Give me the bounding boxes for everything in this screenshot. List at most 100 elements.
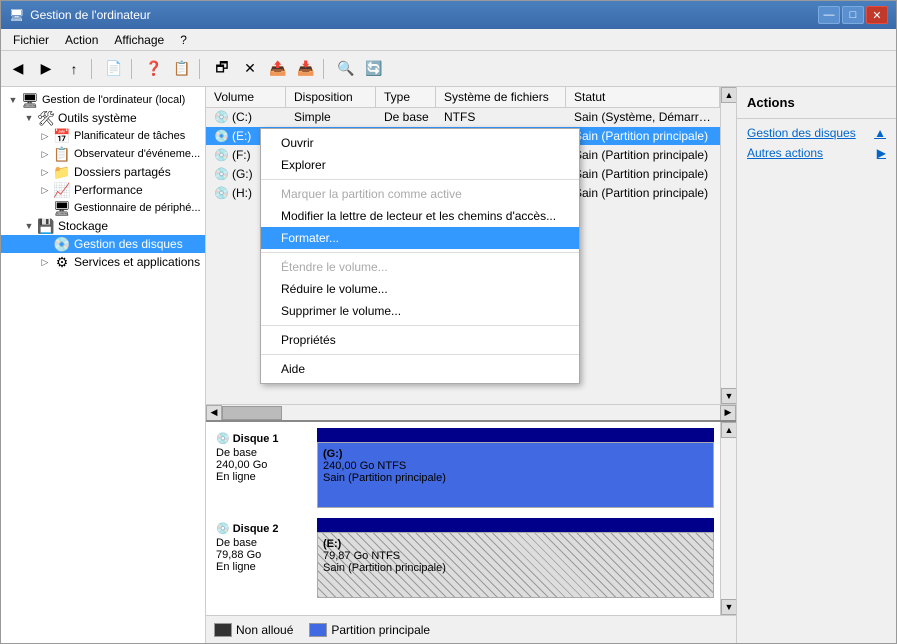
disk1-graphic: 💿 Disque 1 De base 240,00 Go En ligne (G… xyxy=(212,428,714,508)
ctx-proprietes[interactable]: Propriétés xyxy=(261,329,579,351)
back-button[interactable]: ◀ xyxy=(5,56,31,82)
import-button[interactable]: 📥 xyxy=(293,56,319,82)
maximize-button[interactable]: □ xyxy=(842,6,864,24)
table-row[interactable]: 💿 (C:) Simple De base NTFS Sain (Système… xyxy=(206,108,720,127)
disk-scrollbar-v[interactable]: ▲ ▼ xyxy=(720,422,736,615)
menubar: Fichier Action Affichage ? xyxy=(1,29,896,51)
outils-icon: 🛠 xyxy=(37,110,55,126)
disk2-icon: 💿 xyxy=(216,522,230,535)
disk1-partition[interactable]: (G:) 240,00 Go NTFS Sain (Partition prin… xyxy=(317,442,714,508)
disk2-part-size: 79,87 Go NTFS xyxy=(323,550,708,562)
ctx-explorer[interactable]: Explorer xyxy=(261,154,579,176)
disk2-partition[interactable]: (E:) 79,87 Go NTFS Sain (Partition princ… xyxy=(317,532,714,598)
scroll-h-thumb[interactable] xyxy=(222,406,282,420)
new-window-button[interactable]: 🗗 xyxy=(209,56,235,82)
planificateur-icon: 📅 xyxy=(53,128,71,144)
close-button[interactable]: ✕ xyxy=(866,6,888,24)
gestion-icon: 💿 xyxy=(53,236,71,252)
observateur-toggle[interactable]: ▷ xyxy=(37,149,53,160)
services-toggle[interactable]: ▷ xyxy=(37,257,53,268)
legend-black-box xyxy=(214,623,232,637)
properties-button[interactable]: 📋 xyxy=(169,56,195,82)
disk2-bar-area: (E:) 79,87 Go NTFS Sain (Partition princ… xyxy=(317,518,714,598)
ctx-reduire[interactable]: Réduire le volume... xyxy=(261,278,579,300)
performance-toggle[interactable]: ▷ xyxy=(37,185,53,196)
actions-gestion-label: Gestion des disques xyxy=(747,126,856,140)
root-icon: 🖥 xyxy=(21,92,39,108)
scroll-track xyxy=(721,103,736,388)
disk1-status: En ligne xyxy=(216,471,313,483)
col-disposition[interactable]: Disposition xyxy=(286,87,376,107)
tree-outils-label: Outils système xyxy=(58,111,137,125)
col-volume[interactable]: Volume xyxy=(206,87,286,107)
scroll-right-arrow[interactable]: ▶ xyxy=(720,405,736,421)
show-console-button[interactable]: 📄 xyxy=(101,56,127,82)
tree-root[interactable]: ▼ 🖥 Gestion de l'ordinateur (local) xyxy=(1,91,205,109)
forward-button[interactable]: ▶ xyxy=(33,56,59,82)
scroll-left-arrow[interactable]: ◀ xyxy=(206,405,222,421)
tree-outils[interactable]: ▼ 🛠 Outils système xyxy=(1,109,205,127)
actions-panel: Actions Gestion des disques ▲ Autres act… xyxy=(736,87,896,643)
menu-help[interactable]: ? xyxy=(172,31,195,49)
disk2-type: De base xyxy=(216,537,313,549)
tree-dossiers[interactable]: ▷ 📁 Dossiers partagés xyxy=(1,163,205,181)
ctx-aide[interactable]: Aide xyxy=(261,358,579,380)
disk1-icon: 💿 xyxy=(216,432,230,445)
ctx-formater[interactable]: Formater... xyxy=(261,227,579,249)
ctx-sep2 xyxy=(261,252,579,253)
scroll-down-arrow[interactable]: ▼ xyxy=(721,388,736,404)
tree-planificateur[interactable]: ▷ 📅 Planificateur de tâches xyxy=(1,127,205,145)
toolbar: ◀ ▶ ↑ 📄 ❓ 📋 🗗 ✕ 📤 📥 🔍 🔄 xyxy=(1,51,896,87)
help-button[interactable]: ❓ xyxy=(141,56,167,82)
scroll-up-arrow[interactable]: ▲ xyxy=(721,87,736,103)
scroll-h-track xyxy=(222,406,720,420)
col-type[interactable]: Type xyxy=(376,87,436,107)
actions-autres[interactable]: Autres actions ▶ xyxy=(737,143,896,163)
actions-autres-label: Autres actions xyxy=(747,146,823,160)
actions-gestion-link[interactable]: Gestion des disques ▲ xyxy=(737,123,896,143)
ctx-supprimer[interactable]: Supprimer le volume... xyxy=(261,300,579,322)
toolbar-sep4 xyxy=(323,59,329,79)
menu-fichier[interactable]: Fichier xyxy=(5,31,57,49)
disk1-bar-area: (G:) 240,00 Go NTFS Sain (Partition prin… xyxy=(317,428,714,508)
legend-primary: Partition principale xyxy=(309,623,430,637)
col-filesystem[interactable]: Système de fichiers xyxy=(436,87,566,107)
tree-stockage[interactable]: ▼ 💾 Stockage xyxy=(1,217,205,235)
dossiers-toggle[interactable]: ▷ xyxy=(37,167,53,178)
disk2-size: 79,88 Go xyxy=(216,549,313,561)
delete-button[interactable]: ✕ xyxy=(237,56,263,82)
window-icon: 🖥 xyxy=(9,8,24,22)
refresh-button[interactable]: 🔄 xyxy=(361,56,387,82)
stockage-toggle[interactable]: ▼ xyxy=(21,221,37,231)
ctx-sep4 xyxy=(261,354,579,355)
ctx-sep3 xyxy=(261,325,579,326)
tree-root-label: Gestion de l'ordinateur (local) xyxy=(42,94,185,106)
stockage-icon: 💾 xyxy=(37,218,55,234)
ctx-modifier[interactable]: Modifier la lettre de lecteur et les che… xyxy=(261,205,579,227)
tree-gestionnaire[interactable]: 🖥 Gestionnaire de périphé... xyxy=(1,199,205,217)
table-scrollbar-v[interactable]: ▲ ▼ xyxy=(720,87,736,404)
root-toggle[interactable]: ▼ xyxy=(5,95,21,105)
menu-affichage[interactable]: Affichage xyxy=(106,31,172,49)
menu-action[interactable]: Action xyxy=(57,31,106,49)
tree-gestion-disques[interactable]: 💿 Gestion des disques xyxy=(1,235,205,253)
outils-toggle[interactable]: ▼ xyxy=(21,113,37,123)
export-button[interactable]: 📤 xyxy=(265,56,291,82)
col-status[interactable]: Statut xyxy=(566,87,720,107)
tree-services[interactable]: ▷ ⚙ Services et applications xyxy=(1,253,205,271)
disk-scroll-down[interactable]: ▼ xyxy=(721,599,736,615)
disk2-label: (E:) xyxy=(323,538,708,550)
search-button[interactable]: 🔍 xyxy=(333,56,359,82)
tree-performance[interactable]: ▷ 📈 Performance xyxy=(1,181,205,199)
ctx-ouvrir[interactable]: Ouvrir xyxy=(261,132,579,154)
disk2-graphic: 💿 Disque 2 De base 79,88 Go En ligne (E:… xyxy=(212,518,714,598)
disk-scroll-up[interactable]: ▲ xyxy=(721,422,736,438)
disk-table-header: Volume Disposition Type Système de fichi… xyxy=(206,87,720,108)
tree-observateur[interactable]: ▷ 📋 Observateur d'événeme... xyxy=(1,145,205,163)
planificateur-toggle[interactable]: ▷ xyxy=(37,131,53,142)
minimize-button[interactable]: — xyxy=(818,6,840,24)
up-button[interactable]: ↑ xyxy=(61,56,87,82)
table-scrollbar-h[interactable]: ◀ ▶ xyxy=(206,404,736,420)
performance-icon: 📈 xyxy=(53,182,71,198)
window-title: Gestion de l'ordinateur xyxy=(30,8,150,22)
